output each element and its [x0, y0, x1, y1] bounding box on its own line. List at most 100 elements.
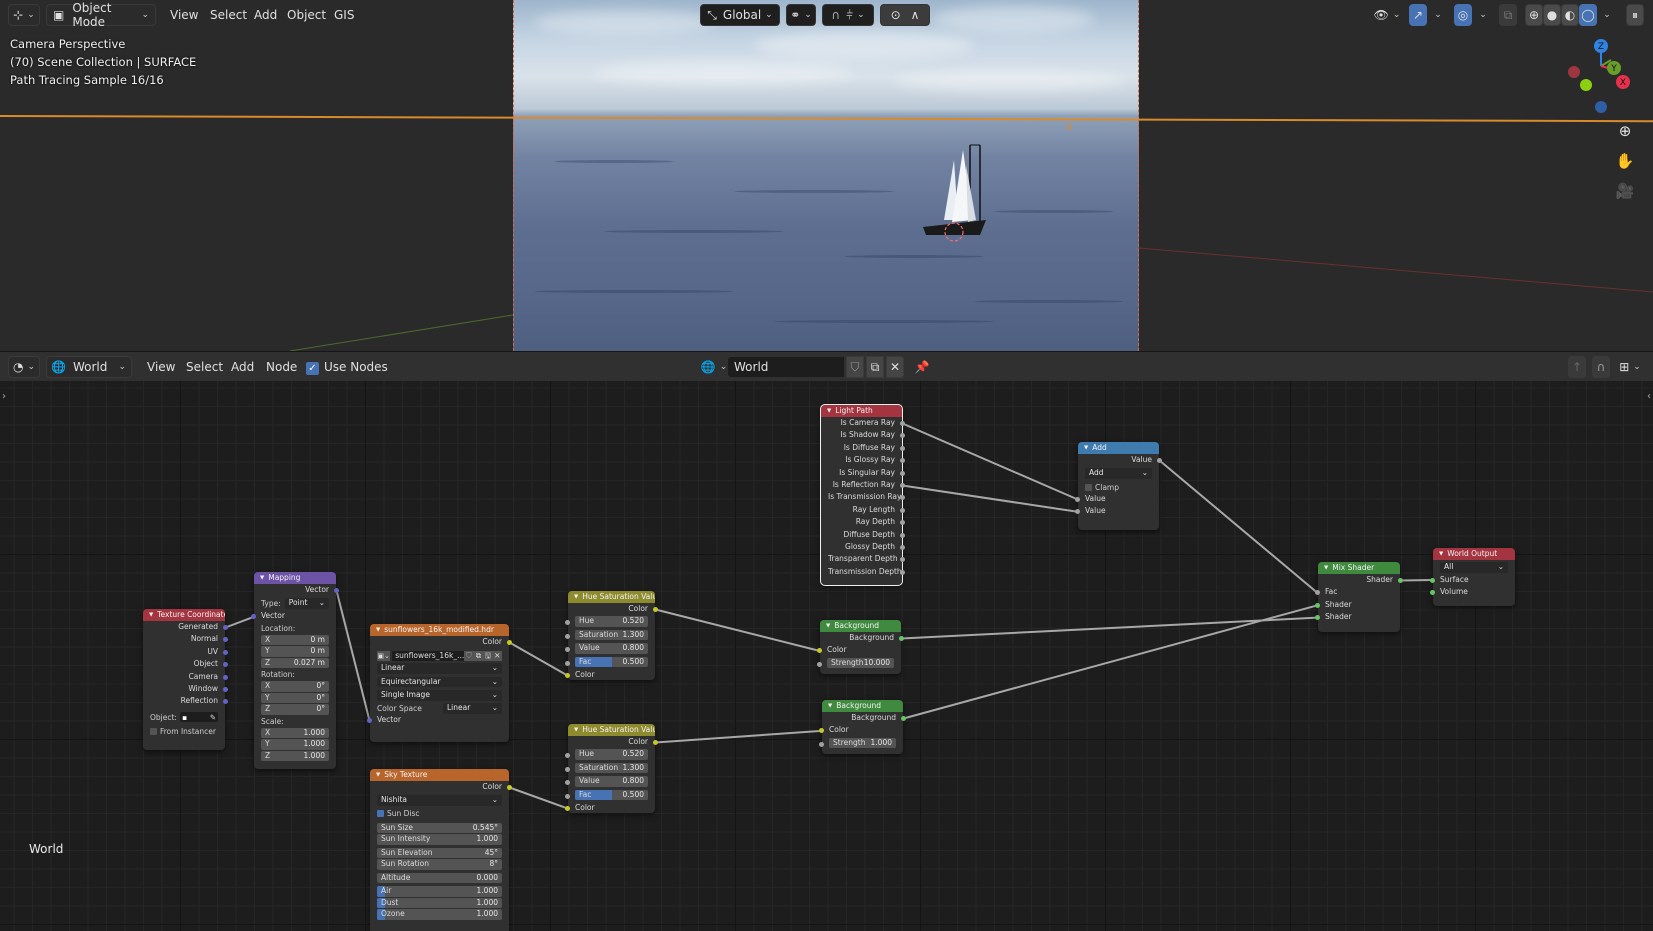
input-fac[interactable]: Fac: [1315, 586, 1400, 598]
output-ray-length[interactable]: Ray Length: [821, 504, 905, 516]
sun-intensity-field[interactable]: Sun Intensity 1.000: [377, 834, 502, 845]
sun-disc-checkbox[interactable]: Sun Disc: [370, 808, 509, 819]
input-value[interactable]: Value 0.800: [565, 643, 655, 655]
output-is-reflection-ray[interactable]: Is Reflection Ray: [821, 479, 905, 491]
output-camera[interactable]: Camera: [143, 671, 228, 683]
output-is-shadow-ray[interactable]: Is Shadow Ray: [821, 429, 905, 441]
input-value[interactable]: Value 0.800: [565, 776, 655, 788]
output-normal[interactable]: Normal: [143, 633, 228, 645]
output-color[interactable]: Color: [568, 736, 658, 748]
output-transmission-depth[interactable]: Transmission Depth: [821, 566, 905, 578]
node-sky-texture[interactable]: ▼ Sky Texture Color Nishita ⌄ Sun Disc Sun…: [370, 769, 512, 931]
input-saturation[interactable]: Saturation 1.300: [565, 762, 655, 775]
node-header[interactable]: ▼ Hue Saturation Value: [568, 591, 655, 603]
use-nodes-checkbox[interactable]: ✓ Use Nodes: [300, 356, 394, 378]
input-shader-2[interactable]: Shader: [1315, 611, 1400, 623]
node-link[interactable]: [1158, 459, 1319, 594]
node-math-add[interactable]: ▼ Add Value Add ⌄ Clamp Value Value: [1075, 442, 1162, 530]
new-world-button[interactable]: ⧉: [866, 356, 884, 378]
unlink-world-button[interactable]: ✕: [886, 356, 904, 378]
clamp-checkbox[interactable]: Clamp: [1078, 482, 1159, 493]
operation-dropdown[interactable]: Add ⌄: [1085, 468, 1152, 479]
output-is-singular-ray[interactable]: Is Singular Ray: [821, 467, 905, 479]
object-field[interactable]: ▪ ✎: [179, 712, 218, 723]
input-fac[interactable]: Fac 0.500: [565, 789, 655, 802]
input-volume[interactable]: Volume: [1430, 586, 1515, 598]
output-color[interactable]: Color: [370, 636, 512, 648]
sun-rotation-field[interactable]: Sun Rotation 8°: [377, 859, 502, 870]
node-header[interactable]: ▼ Hue Saturation Value: [568, 724, 655, 736]
unlink-image-icon[interactable]: ✕: [492, 650, 502, 661]
rotation-x[interactable]: X 0°: [261, 681, 329, 692]
node-link[interactable]: [1400, 579, 1433, 582]
source-dropdown[interactable]: Single Image ⌄: [377, 690, 502, 701]
projection-dropdown[interactable]: Equirectangular ⌄: [377, 676, 502, 688]
node-header[interactable]: ▼ Texture Coordinate: [143, 609, 225, 621]
location-z[interactable]: Z 0.027 m: [261, 657, 329, 669]
gizmo-toggle[interactable]: ↗: [1409, 4, 1427, 26]
input-hue[interactable]: Hue 0.520: [565, 749, 655, 761]
node-header[interactable]: ▼ World Output: [1433, 548, 1515, 560]
node-menu-view[interactable]: View: [141, 356, 181, 378]
node-mix-shader[interactable]: ▼ Mix Shader Shader Fac Shader Shader: [1315, 562, 1403, 632]
input-shader-1[interactable]: Shader: [1315, 599, 1400, 611]
output-is-diffuse-ray[interactable]: Is Diffuse Ray: [821, 442, 905, 454]
node-menu-add[interactable]: Add: [225, 356, 260, 378]
output-color[interactable]: Color: [568, 603, 658, 615]
node-link[interactable]: [903, 604, 1318, 720]
gizmo-dropdown[interactable]: ⌄: [1427, 4, 1445, 26]
dust-field[interactable]: Dust 1.000: [377, 897, 502, 909]
menu-object[interactable]: Object: [281, 4, 332, 26]
type-dropdown[interactable]: Point ⌄: [284, 598, 329, 609]
altitude-field[interactable]: Altitude 0.000: [377, 872, 502, 884]
location-x[interactable]: X0 m: [261, 634, 329, 646]
node-header[interactable]: ▼ Light Path: [821, 405, 902, 417]
pan-view-button[interactable]: ✋: [1612, 148, 1638, 174]
node-header[interactable]: ▼ sunflowers_16k_modified.hdr: [370, 624, 509, 636]
shading-dropdown[interactable]: ⌄: [1597, 4, 1613, 26]
sun-size-field[interactable]: Sun Size 0.545°: [377, 822, 502, 834]
air-field[interactable]: Air 1.000: [377, 886, 502, 897]
world-browse-button[interactable]: 🌐 ⌄: [700, 356, 728, 378]
menu-gis[interactable]: GIS: [328, 4, 360, 26]
output-generated[interactable]: Generated: [143, 621, 228, 633]
fake-user-icon[interactable]: ⛉: [464, 650, 474, 661]
output-reflection[interactable]: Reflection: [143, 695, 228, 707]
node-link[interactable]: [509, 786, 568, 810]
toolbar-expand-arrow[interactable]: ›: [2, 391, 6, 402]
location-y[interactable]: Y0 m: [261, 646, 329, 657]
node-mapping[interactable]: ▼ Mapping Vector Type: Point ⌄ Vector Loca…: [251, 572, 339, 769]
input-vector[interactable]: Vector: [367, 714, 509, 726]
output-value[interactable]: Value: [1078, 454, 1162, 466]
output-uv[interactable]: UV: [143, 646, 228, 658]
input-value-2[interactable]: Value: [1075, 505, 1159, 517]
target-dropdown[interactable]: All ⌄: [1440, 562, 1508, 573]
input-vector[interactable]: Vector: [251, 610, 336, 622]
input-color[interactable]: Color: [819, 724, 903, 736]
image-browse-button[interactable]: ▣⌄: [377, 650, 391, 661]
node-background-2[interactable]: ▼ Background Background Color Strength 1.0…: [819, 700, 906, 754]
output-transparent-depth[interactable]: Transparent Depth: [821, 553, 905, 565]
input-saturation[interactable]: Saturation 1.300: [565, 629, 655, 642]
light-object-icon[interactable]: [1066, 124, 1072, 130]
output-is-camera-ray[interactable]: Is Camera Ray: [821, 417, 905, 429]
image-name-field[interactable]: sunflowers_16k_...: [392, 650, 465, 661]
duplicate-image-icon[interactable]: ⧉: [473, 650, 484, 661]
node-menu-select[interactable]: Select: [180, 356, 229, 378]
node-link[interactable]: [335, 590, 371, 721]
node-header[interactable]: ▼ Mapping: [254, 572, 336, 584]
shading-solid[interactable]: ●: [1543, 4, 1561, 26]
pin-button[interactable]: 📌: [912, 356, 932, 378]
node-environment-texture[interactable]: ▼ sunflowers_16k_modified.hdr Color ▣⌄ su…: [367, 624, 512, 742]
pause-render-button[interactable]: ⏸: [1626, 4, 1644, 26]
menu-select[interactable]: Select: [204, 4, 253, 26]
sun-elevation-field[interactable]: Sun Elevation 45°: [377, 847, 502, 859]
node-canvas[interactable]: › ‹ ▼ Texture Coordinate Generated Normal…: [0, 381, 1653, 931]
node-link[interactable]: [655, 608, 820, 652]
rotation-y[interactable]: Y 0°: [261, 692, 329, 704]
input-hue[interactable]: Hue 0.520: [565, 616, 655, 628]
parent-tree-button[interactable]: ↑: [1568, 356, 1586, 378]
input-color[interactable]: Color: [565, 802, 655, 814]
input-value-1[interactable]: Value: [1075, 493, 1159, 505]
xray-toggle[interactable]: ⧉: [1499, 4, 1517, 26]
